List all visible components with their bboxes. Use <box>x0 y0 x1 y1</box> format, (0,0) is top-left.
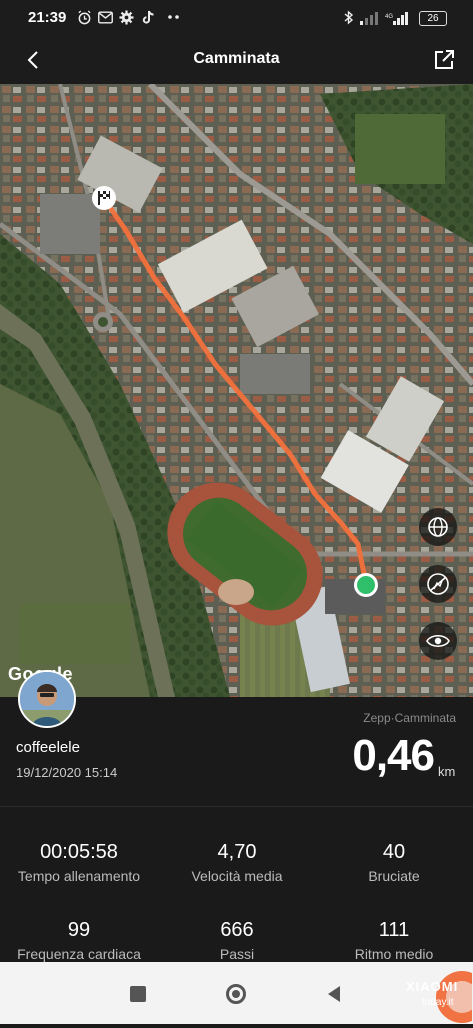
no-walk-layer-icon <box>427 573 449 595</box>
stat-label-calories: Bruciate <box>368 868 420 884</box>
globe-icon <box>428 517 448 537</box>
stat-value-avg-pace: 111 <box>378 919 410 941</box>
recent-apps-icon[interactable] <box>130 986 146 1002</box>
activity-source-label: Zepp·Camminata <box>363 711 456 725</box>
avatar[interactable] <box>18 670 76 728</box>
gmail-icon <box>97 9 113 25</box>
distance-value: 0,46 <box>352 731 435 780</box>
share-button[interactable] <box>430 46 458 74</box>
stat-value-avg-speed: 4,70 <box>217 841 257 863</box>
settings-gear-icon <box>118 9 134 25</box>
more-notifications-icon <box>166 9 182 25</box>
battery-indicator: 26 <box>419 11 447 26</box>
bluetooth-icon <box>341 9 357 25</box>
watermark-brand: XIAOMI <box>406 979 459 994</box>
divider <box>0 806 473 807</box>
alarm-icon <box>76 9 92 25</box>
stat-value-duration: 00:05:58 <box>40 841 118 863</box>
route-end-marker <box>354 573 378 597</box>
home-icon[interactable] <box>226 984 246 1004</box>
activity-datetime: 19/12/2020 15:14 <box>16 765 118 780</box>
page-title: Camminata <box>193 50 280 67</box>
back-icon[interactable] <box>326 985 342 1003</box>
signal-strength-icon <box>358 11 380 25</box>
stat-label-duration: Tempo allenamento <box>17 868 141 884</box>
user-photo <box>20 672 74 726</box>
watermark-site: today.it <box>422 997 454 1008</box>
route-map[interactable] <box>0 84 473 697</box>
stat-value-heart-rate: 99 <box>67 919 91 941</box>
kilometer-markers-toggle[interactable] <box>419 565 457 603</box>
stat-value-steps: 666 <box>220 919 254 941</box>
stat-label-heart-rate: Frequenza cardiaca <box>17 946 141 962</box>
map-type-button[interactable] <box>419 508 457 546</box>
distance-unit: km <box>438 764 456 779</box>
satellite-imagery <box>0 84 473 697</box>
view-mode-button[interactable] <box>419 622 457 660</box>
stat-label-avg-speed: Velocità media <box>191 868 283 884</box>
svg-text:4G: 4G <box>385 14 393 20</box>
stat-value-calories: 40 <box>382 841 406 863</box>
signal-strength-icon-2: 4G <box>385 11 411 25</box>
share-external-icon <box>435 50 454 69</box>
eye-icon <box>426 634 450 648</box>
stat-label-steps: Passi <box>219 946 255 962</box>
username: coffeelele <box>16 739 80 756</box>
route-start-flag-icon <box>90 184 118 212</box>
tiktok-icon <box>140 9 156 25</box>
xiaomitoday-watermark: XIAOMI today.it <box>392 957 473 1023</box>
status-time: 21:39 <box>28 9 67 26</box>
